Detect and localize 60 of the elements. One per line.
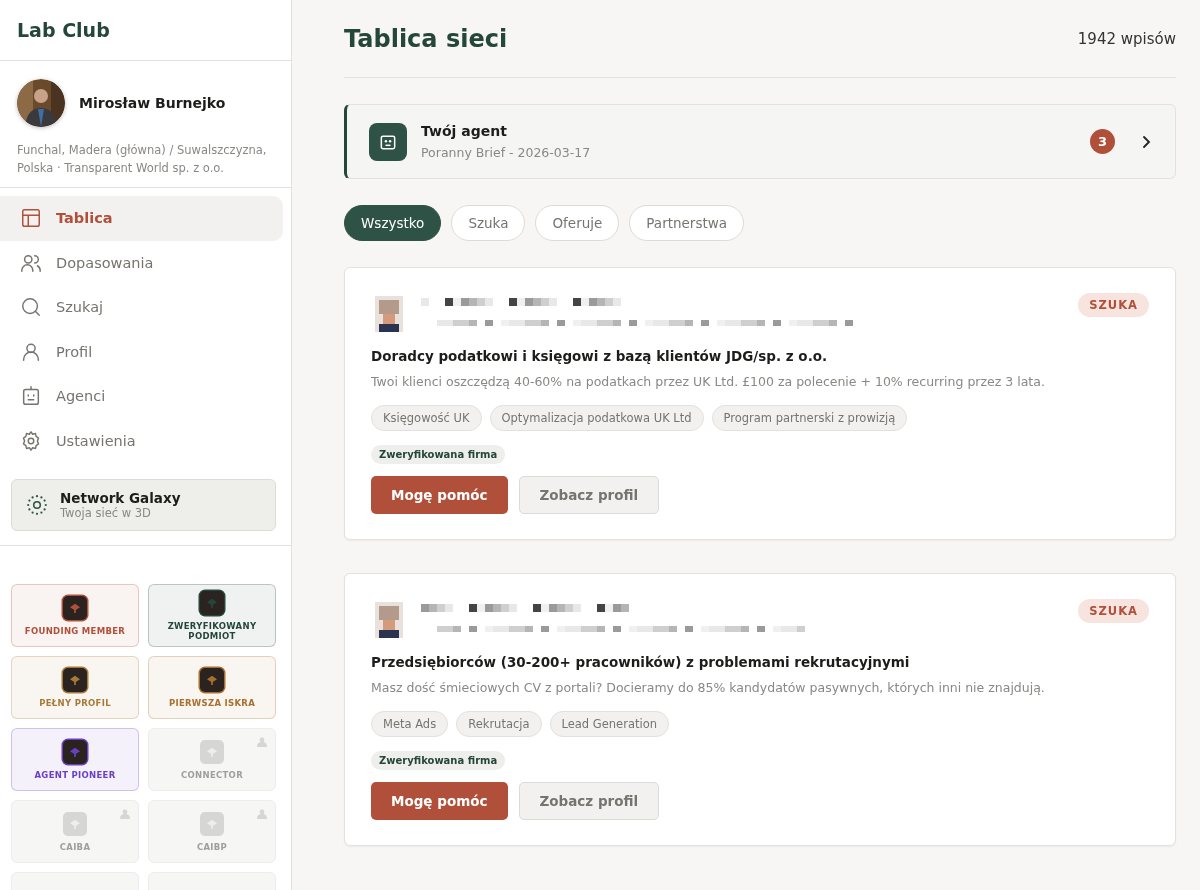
user-name: Mirosław Burnejko [79, 95, 226, 111]
achievement-badge: PEŁNY PROFIL [11, 656, 139, 719]
entry-count: 1942 wpisów [1077, 29, 1176, 48]
skill-tag: Lead Generation [549, 711, 669, 737]
achievement-badge: CAIBP [148, 800, 276, 863]
network-galaxy-button[interactable]: Network Galaxy Twoja sieć w 3D [11, 479, 276, 531]
achievement-badge: CAIBA [11, 800, 139, 863]
page-title: Tablica sieci [344, 24, 508, 53]
achievement-badge: PIERWSZA ISKRA [148, 656, 276, 719]
nav-item[interactable]: Agenci [0, 374, 283, 419]
verified-label: Zweryfikowana firma [371, 445, 506, 464]
lock-icon [257, 809, 267, 819]
badge-icon [200, 590, 224, 615]
help-button[interactable]: Mogę pomóc [371, 782, 508, 820]
badge-icon [200, 739, 224, 764]
post-type-tag: SZUKA [1078, 293, 1149, 317]
post-title: Doradcy podatkowi i księgowi z bazą klientów JDG/sp. z o.o. [371, 348, 829, 364]
lock-icon [120, 809, 130, 819]
nav-item[interactable]: Dopasowania [0, 240, 283, 285]
view-profile-button[interactable]: Zobacz profil [518, 476, 660, 514]
view-profile-button[interactable]: Zobacz profil [518, 782, 660, 820]
achievement-badge: ZWERYFIKOWANY PODMIOT [148, 584, 276, 647]
badge-icon [63, 739, 87, 764]
badge-icon [200, 667, 224, 692]
achievement-badge: FOUNDING MEMBER [11, 584, 139, 647]
skill-tag: Optymalizacja podatkowa UK Ltd [489, 405, 704, 431]
search-icon [20, 296, 42, 319]
badge-icon [63, 595, 87, 620]
post-description: Twoi klienci oszczędzą 40-60% na podatkach przez UK Ltd. £100 za polecenie + 10% recurring przez 3 lata. [371, 374, 1046, 389]
lock-icon [257, 737, 267, 747]
brand-name: Lab Club [0, 0, 291, 61]
agent-card[interactable]: Twój agent Poranny Brief - 2026-03-17 3 [344, 104, 1176, 179]
filter-tab[interactable]: Wszystko [344, 205, 442, 241]
help-button[interactable]: Mogę pomóc [371, 476, 508, 514]
filter-tab[interactable]: Szuka [451, 205, 526, 241]
badge-icon [63, 667, 87, 692]
badge-icon [200, 811, 224, 836]
nav-item[interactable]: Tablica [0, 196, 283, 241]
verified-label: Zweryfikowana firma [371, 751, 506, 770]
nav-item[interactable]: Szukaj [0, 285, 283, 330]
skill-tag: Rekrutacja [456, 711, 542, 737]
robot-icon [369, 122, 407, 161]
robot-icon [20, 385, 42, 408]
nav-item[interactable]: Profil [0, 329, 283, 374]
badge-icon [63, 811, 87, 836]
board-icon [20, 207, 42, 230]
achievement-badge: CONNECTOR [148, 728, 276, 791]
filter-tab[interactable]: Oferuje [535, 205, 620, 241]
settings-icon [20, 429, 42, 452]
skill-tag: Księgowość UK [371, 405, 482, 431]
post-type-tag: SZUKA [1078, 599, 1149, 623]
filter-tab[interactable]: Partnerstwa [629, 205, 745, 241]
achievement-badge: AGENT PIONEER [11, 728, 139, 791]
user-details: Funchal, Madera (główna) / Suwalszczyzna, Polska · Transparent World sp. z o.o. [17, 142, 268, 177]
nav-item[interactable]: Ustawienia [0, 418, 283, 463]
galaxy-icon [26, 494, 48, 516]
post-title: Przedsiębiorców (30-200+ pracowników) z problemami rekrutacyjnymi [371, 654, 911, 670]
post-description: Masz dość śmieciowych CV z portali? Docieramy do 85% kandydatów pasywnych, których inni nie znajdują. [371, 680, 1046, 695]
skill-tag: Meta Ads [371, 711, 449, 737]
skill-tag: Program partnerski z prowizją [711, 405, 908, 431]
